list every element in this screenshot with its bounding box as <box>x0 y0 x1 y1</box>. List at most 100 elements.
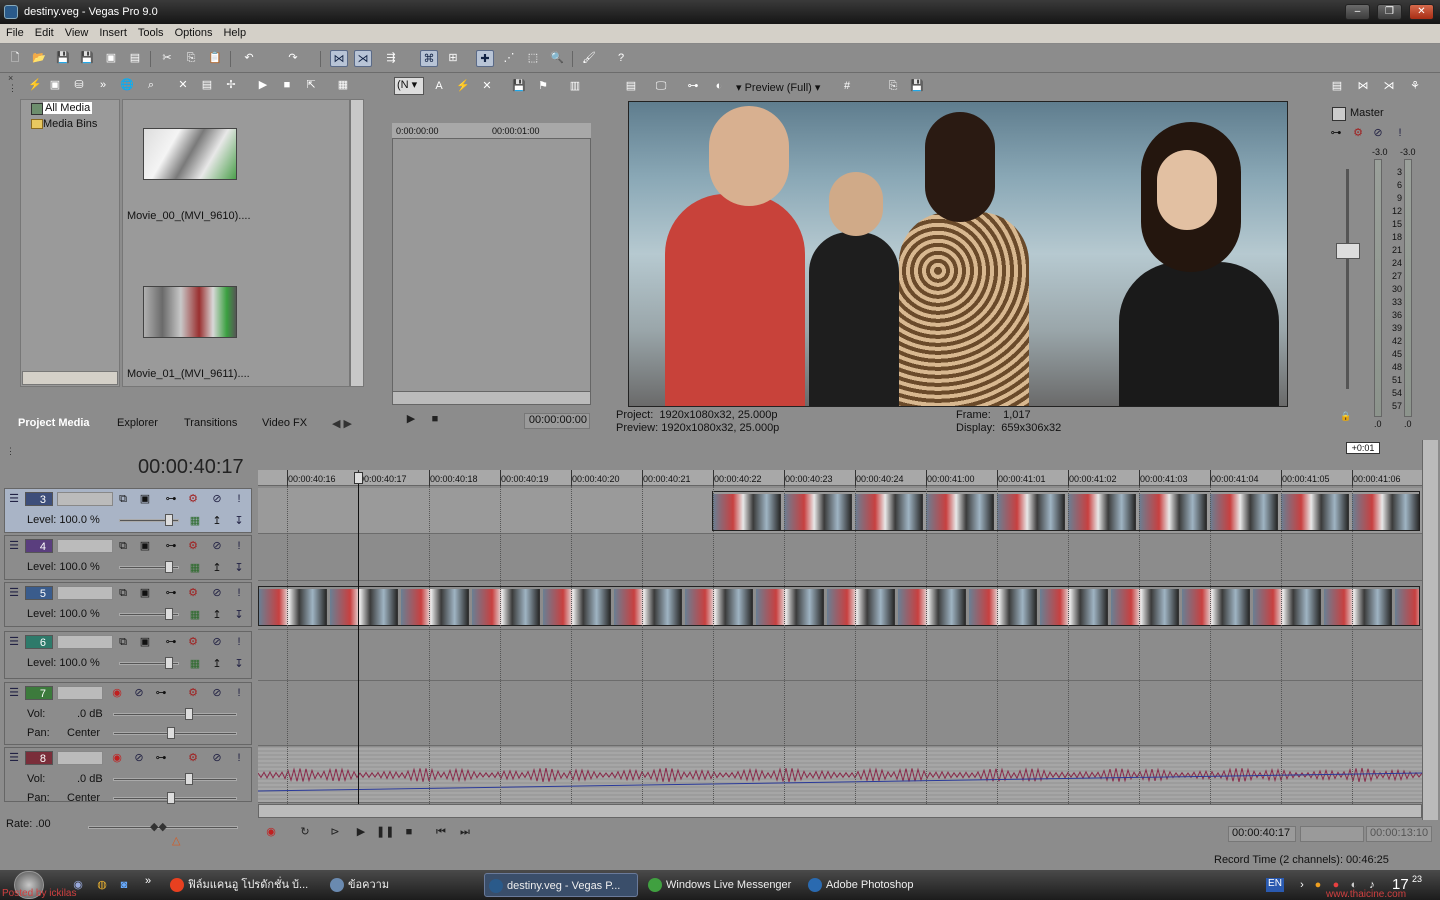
quicklaunch-app-icon[interactable]: ◙ <box>118 879 130 891</box>
compositing-mode-icon[interactable]: ⧉ <box>117 587 129 599</box>
child-icon[interactable]: ↧ <box>233 658 245 670</box>
minimize-button[interactable]: – <box>1345 4 1370 20</box>
trimmer-remove-icon[interactable]: ✕ <box>478 78 496 95</box>
bins-horizontal-scrollbar[interactable] <box>22 371 118 385</box>
media-item-label[interactable]: Movie_00_(MVI_9610).... <box>127 210 251 222</box>
tree-media-bins[interactable]: Media Bins <box>43 118 97 130</box>
track-minimize-icon[interactable]: ☰ <box>8 636 20 648</box>
task-button-active[interactable]: destiny.veg - Vegas P... <box>484 873 638 897</box>
media-thumbnail[interactable] <box>143 286 237 338</box>
ignore-grouping-icon[interactable]: ⊞ <box>444 50 462 67</box>
auto-ripple-icon[interactable]: ⇶ <box>382 50 400 67</box>
arm-for-record-icon[interactable]: ◉ <box>111 752 123 764</box>
tab-transitions[interactable]: Transitions <box>184 417 237 429</box>
master-lock-icon[interactable]: 🔒 <box>1340 411 1351 422</box>
make-compositing-child-icon[interactable]: ▣ <box>139 493 151 505</box>
downmix-icon[interactable]: ⋈ <box>1354 78 1372 95</box>
master-pan-icon[interactable]: ⊶ <box>1330 127 1342 139</box>
mute-icon[interactable]: ⊘ <box>211 687 223 699</box>
stop-preview-icon[interactable]: ■ <box>278 77 296 94</box>
task-button[interactable]: ข้อความ <box>326 873 476 897</box>
solo-icon[interactable]: ! <box>233 687 245 699</box>
search-media-icon[interactable]: ⌕ <box>142 77 160 94</box>
track-motion-icon[interactable]: ⊶ <box>165 540 177 552</box>
volume-slider[interactable] <box>113 713 237 716</box>
vegas-app-icon[interactable] <box>4 5 18 19</box>
mute-icon[interactable]: ⊘ <box>211 752 223 764</box>
solo-icon[interactable]: ! <box>233 752 245 764</box>
play-icon[interactable]: ▶ <box>352 824 370 841</box>
task-button[interactable]: ฟิล์มแคนอู โปรดักชั่น บ้... <box>166 873 320 897</box>
menu-file[interactable]: File <box>0 24 29 39</box>
undo-icon[interactable]: ↶ <box>240 50 258 67</box>
master-solo-icon[interactable]: ! <box>1394 127 1406 139</box>
trimmer-area[interactable] <box>392 123 591 395</box>
pan-slider[interactable] <box>113 732 237 735</box>
render-as-icon[interactable]: ▣ <box>102 50 120 67</box>
task-button[interactable]: Windows Live Messenger <box>644 873 800 897</box>
parent-icon[interactable]: ↥ <box>211 562 223 574</box>
preview-properties-icon[interactable]: ▤ <box>622 78 640 95</box>
track-fx-icon[interactable]: ⚙ <box>187 752 199 764</box>
video-event-clip[interactable] <box>258 586 1420 626</box>
media-thumbnail[interactable] <box>143 128 237 180</box>
trimmer-stop-icon[interactable]: ■ <box>426 411 444 428</box>
enable-snapping-icon[interactable]: ⋈ <box>330 50 348 67</box>
rate-slider-knob-icon[interactable]: ◆◆ <box>150 820 167 833</box>
menu-tools[interactable]: Tools <box>132 24 169 39</box>
tray-icon[interactable]: ● <box>1312 879 1324 891</box>
menu-view[interactable]: View <box>59 24 94 39</box>
track-fx-icon[interactable]: ⚙ <box>187 540 199 552</box>
cursor-position-field[interactable]: 00:00:40:17 <box>1228 826 1296 842</box>
video-track-header[interactable]: ☰ 5 ⧉ ▣ ⊶ ⚙ ⊘ ! Level: 100.0 % ▦ ↥ ↧ <box>4 582 252 627</box>
views-icon[interactable]: ▦ <box>334 77 352 94</box>
trimmer-text-icon[interactable]: A <box>430 78 448 95</box>
cut-icon[interactable]: ✂ <box>158 50 176 67</box>
mute-icon[interactable]: ⊘ <box>211 540 223 552</box>
parent-icon[interactable]: ↥ <box>211 609 223 621</box>
composite-icon[interactable]: ▦ <box>189 658 201 670</box>
play-preview-icon[interactable]: ▶ <box>254 77 272 94</box>
track-minimize-icon[interactable]: ☰ <box>8 587 20 599</box>
track-minimize-icon[interactable]: ☰ <box>8 493 20 505</box>
track-name-field[interactable] <box>57 539 113 553</box>
child-icon[interactable]: ↧ <box>233 562 245 574</box>
tray-expand-icon[interactable]: › <box>1296 879 1308 891</box>
composite-icon[interactable]: ▦ <box>189 609 201 621</box>
preview-quality-dropdown[interactable]: ▾ Preview (Full) ▾ <box>736 81 820 94</box>
volume-slider-knob[interactable] <box>185 708 193 720</box>
video-event-clip[interactable] <box>712 491 1420 531</box>
timeline-ruler[interactable]: 00:00:40:16 00:00:40:17 00:00:40:18 00:00:4… <box>258 470 1422 486</box>
arm-for-record-icon[interactable]: ◉ <box>111 687 123 699</box>
redo-icon[interactable]: ↷ <box>284 50 302 67</box>
track-name-field[interactable] <box>57 586 113 600</box>
parent-icon[interactable]: ↥ <box>211 658 223 670</box>
playhead-handle[interactable] <box>354 472 363 484</box>
close-button[interactable]: ✕ <box>1409 4 1434 20</box>
tab-project-media[interactable]: Project Media <box>18 417 90 429</box>
media-vertical-scrollbar[interactable] <box>350 99 364 387</box>
whats-this-help-icon[interactable]: ? <box>612 50 630 67</box>
master-fx-icon[interactable]: ⚘ <box>1406 78 1424 95</box>
media-properties-icon[interactable]: ▤ <box>198 77 216 94</box>
trimmer-scrollbar[interactable] <box>392 391 591 405</box>
video-track-header[interactable]: ☰ 4 ⧉ ▣ ⊶ ⚙ ⊘ ! Level: 100.0 % ▦ ↥ ↧ <box>4 535 252 580</box>
selection-length-field[interactable]: 00:00:13:10 <box>1366 826 1432 842</box>
open-icon[interactable]: 📂 <box>30 50 48 67</box>
trimmer-split-icon[interactable]: ▥ <box>566 78 584 95</box>
invert-phase-icon[interactable]: ⊘ <box>133 687 145 699</box>
dim-output-icon[interactable]: ⋊ <box>1380 78 1398 95</box>
zoom-tool-icon[interactable]: 🔍 <box>548 50 566 67</box>
selection-end-field[interactable] <box>1300 826 1364 842</box>
save-snapshot-icon[interactable]: 💾 <box>908 78 926 95</box>
solo-icon[interactable]: ! <box>233 636 245 648</box>
level-slider-knob[interactable] <box>165 608 173 620</box>
copy-icon[interactable]: ⎘ <box>182 50 200 67</box>
track-motion-icon[interactable]: ⊶ <box>165 636 177 648</box>
trimmer-marker-icon[interactable]: ⚑ <box>534 78 552 95</box>
get-media-icon[interactable]: ⛁ <box>70 77 88 94</box>
track-name-field[interactable] <box>57 751 103 765</box>
trimmer-fx-icon[interactable]: ⚡ <box>454 78 472 95</box>
media-item-label[interactable]: Movie_01_(MVI_9611).... <box>127 368 250 380</box>
track-fx-icon[interactable]: ⚙ <box>187 687 199 699</box>
